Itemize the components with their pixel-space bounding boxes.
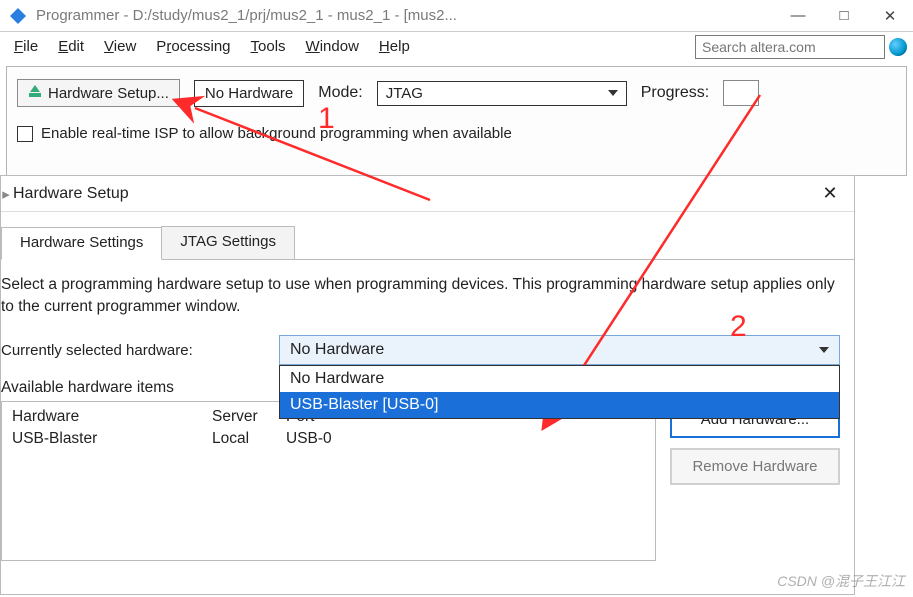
dialog-title-bar: ▸ Hardware Setup ✕ [1,176,854,212]
col-hardware: Hardware [12,408,212,426]
tab-jtag-settings[interactable]: JTAG Settings [161,226,295,259]
mode-label: Mode: [318,84,362,102]
search-input[interactable] [695,35,885,59]
remove-hardware-button: Remove Hardware [670,448,840,485]
hardware-setup-button[interactable]: Hardware Setup... [17,79,180,107]
title-bar: Programmer - D:/study/mus2_1/prj/mus2_1 … [0,0,913,32]
current-hardware-box: No Hardware [194,80,304,107]
mode-select[interactable]: JTAG [377,81,627,106]
menu-window[interactable]: Window [298,36,367,57]
menu-processing[interactable]: Processing [148,36,238,57]
hardware-icon [28,84,42,102]
toolbar: Hardware Setup... No Hardware Mode: JTAG… [6,66,907,176]
dialog-description: Select a programming hardware setup to u… [1,274,840,317]
watermark: CSDN @混子王江江 [777,571,905,591]
tab-hardware-settings[interactable]: Hardware Settings [1,227,162,260]
enable-isp-checkbox[interactable] [17,126,33,142]
dialog-close-button[interactable]: ✕ [814,183,846,204]
chevron-down-icon [608,90,618,96]
selected-hardware-label: Currently selected hardware: [1,342,269,359]
close-button[interactable]: ✕ [867,0,913,32]
dropdown-list: No Hardware USB-Blaster [USB-0] [279,365,840,419]
menu-tools[interactable]: Tools [243,36,294,57]
hardware-setup-label: Hardware Setup... [48,85,169,102]
maximize-button[interactable]: □ [821,0,867,32]
available-hardware-table[interactable]: Hardware Server Port USB-Blaster Local U… [1,401,656,561]
window-title: Programmer - D:/study/mus2_1/prj/mus2_1 … [36,7,457,24]
dialog-title: Hardware Setup [11,185,129,203]
table-row[interactable]: USB-Blaster Local USB-0 [12,430,645,448]
option-usb-blaster[interactable]: USB-Blaster [USB-0] [280,392,839,418]
progress-box [723,80,759,106]
dialog-handle-icon: ▸ [1,176,11,212]
selected-hardware-dropdown[interactable]: No Hardware No Hardware USB-Blaster [USB… [279,335,840,365]
minimize-button[interactable]: — [775,0,821,32]
menu-bar: File Edit View Processing Tools Window H… [0,32,913,62]
menu-help[interactable]: Help [371,36,418,57]
mode-value: JTAG [386,85,423,102]
enable-isp-label: Enable real-time ISP to allow background… [41,125,512,142]
search-box [695,35,907,59]
hardware-setup-dialog: ▸ Hardware Setup ✕ Hardware Settings JTA… [0,175,855,595]
menu-file[interactable]: File [6,36,46,57]
chevron-down-icon [819,347,829,353]
app-icon [6,4,30,28]
menu-edit[interactable]: Edit [50,36,92,57]
menu-view[interactable]: View [96,36,144,57]
selected-hardware-value: No Hardware [290,341,384,359]
option-no-hardware[interactable]: No Hardware [280,366,839,392]
progress-label: Progress: [641,84,709,102]
globe-icon[interactable] [889,38,907,56]
dialog-tabs: Hardware Settings JTAG Settings [1,212,854,260]
col-server: Server [212,408,286,426]
